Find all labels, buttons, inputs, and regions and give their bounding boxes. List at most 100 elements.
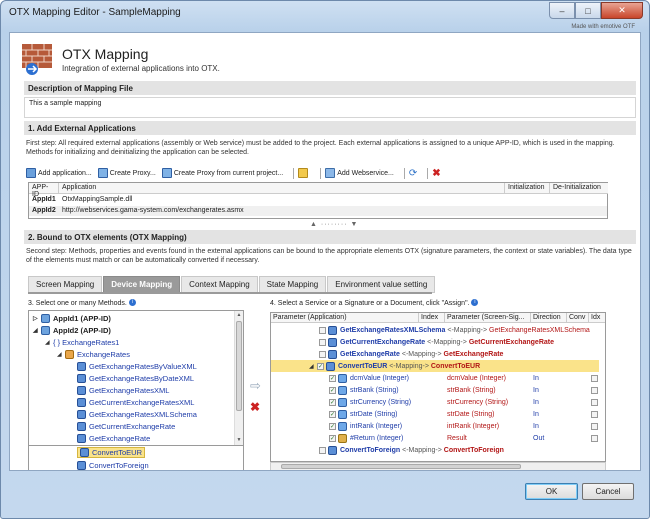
- checkbox[interactable]: [319, 446, 326, 454]
- col-index[interactable]: Index: [419, 313, 445, 323]
- tree-node-method[interactable]: GetCurrentExchangeRate: [77, 421, 175, 432]
- title-bar[interactable]: OTX Mapping Editor - SampleMapping – □ ✕: [1, 1, 649, 27]
- table-row-app[interactable]: http://webservices.gama-system.com/excha…: [59, 206, 247, 216]
- checkbox[interactable]: [591, 374, 598, 382]
- col-param-application[interactable]: Parameter (Application): [271, 313, 419, 323]
- checkbox[interactable]: ✓: [329, 386, 336, 394]
- col-deinitialization[interactable]: De-Initialization: [550, 183, 608, 194]
- tree-node-method[interactable]: GetExchangeRatesByDateXML: [77, 373, 194, 384]
- brick-wall-icon: [22, 44, 52, 75]
- open-folder-button[interactable]: [298, 168, 310, 178]
- grid-param-row[interactable]: ✓ intRank (Integer) intRank (Integer) In: [271, 420, 599, 432]
- delete-icon: ✖: [432, 167, 441, 179]
- delete-button[interactable]: ✖: [432, 168, 440, 179]
- minimize-button[interactable]: –: [549, 2, 575, 19]
- add-application-button[interactable]: Add application...: [26, 168, 92, 178]
- refresh-button[interactable]: ⟳: [409, 168, 417, 179]
- col-idx[interactable]: Idx: [589, 313, 605, 323]
- tree-node-method[interactable]: GetExchangeRate: [77, 433, 150, 444]
- table-row-id[interactable]: AppId1: [29, 195, 59, 205]
- methods-tree[interactable]: ▷ AppId1 (APP-ID) ◢ AppId2 (APP-ID) ◢{ } E…: [28, 310, 244, 446]
- scroll-down-icon[interactable]: ▼: [236, 437, 242, 444]
- col-appid[interactable]: APP-ID: [29, 183, 59, 198]
- tree-node-method[interactable]: GetExchangeRatesXMLSchema: [77, 409, 197, 420]
- method-icon: [77, 434, 86, 443]
- tree-node-method[interactable]: GetCurrentExchangeRatesXML: [77, 397, 194, 408]
- checkbox[interactable]: [591, 422, 598, 430]
- refresh-icon: ⟳: [408, 167, 418, 179]
- checkbox[interactable]: ✓: [329, 422, 336, 430]
- scroll-thumb[interactable]: [281, 464, 521, 469]
- tab-state-mapping[interactable]: State Mapping: [258, 276, 327, 293]
- checkbox[interactable]: [319, 326, 326, 334]
- expand-icon[interactable]: ▷: [33, 315, 41, 322]
- assign-arrow-icon[interactable]: ⇨: [250, 378, 261, 394]
- tree-node-appid2[interactable]: ◢ AppId2 (APP-ID): [33, 325, 111, 336]
- page-subtitle: Integration of external applications int…: [62, 64, 220, 73]
- tab-device-mapping[interactable]: Device Mapping: [103, 276, 181, 293]
- grid-horizontal-scrollbar[interactable]: [270, 462, 606, 470]
- checkbox[interactable]: ✓: [329, 374, 336, 382]
- methods-tree-continued[interactable]: ConvertToEUR ConvertToForeign: [28, 446, 244, 470]
- tree-node-class[interactable]: ◢ ExchangeRates: [57, 349, 130, 360]
- grid-param-row[interactable]: ✓ #Return (Integer) Result Out: [271, 432, 599, 444]
- return-icon: [338, 433, 347, 443]
- mapping-grid[interactable]: Parameter (Application) Index Parameter …: [270, 312, 606, 462]
- app-icon: [41, 326, 50, 335]
- create-proxy-current-button[interactable]: Create Proxy from current project...: [161, 168, 283, 178]
- checkbox[interactable]: [591, 386, 598, 394]
- ok-button[interactable]: OK: [525, 483, 578, 500]
- splitter-handle[interactable]: ▲ ········ ▼: [310, 221, 358, 228]
- col-conv[interactable]: Conv: [567, 313, 589, 323]
- close-button[interactable]: ✕: [601, 2, 643, 19]
- tab-screen-mapping[interactable]: Screen Mapping: [28, 276, 103, 293]
- collapse-icon[interactable]: ◢: [309, 363, 317, 370]
- tree-node-method[interactable]: GetExchangeRatesByValueXML: [77, 361, 197, 372]
- tree-node-method[interactable]: GetExchangeRatesXML: [77, 385, 169, 396]
- grid-param-row[interactable]: ✓ dcmValue (Integer) dcmValue (Integer) I…: [271, 372, 599, 384]
- tree-node-namespace[interactable]: ◢{ } ExchangeRates1: [45, 337, 119, 348]
- checkbox[interactable]: ✓: [317, 362, 324, 370]
- grid-param-row[interactable]: ✓ strCurrency (String) strCurrency (Strin…: [271, 396, 599, 408]
- collapse-icon[interactable]: ◢: [57, 351, 65, 358]
- checkbox[interactable]: ✓: [329, 398, 336, 406]
- checkbox[interactable]: [319, 350, 326, 358]
- checkbox[interactable]: [319, 338, 326, 346]
- grid-row[interactable]: GetExchangeRate <-Mapping-> GetExchangeR…: [271, 348, 599, 360]
- collapse-icon[interactable]: ◢: [33, 327, 41, 334]
- grid-row-selected[interactable]: ◢ ✓ ConvertToEUR <-Mapping-> ConvertToEUR: [271, 360, 599, 372]
- checkbox[interactable]: [591, 398, 598, 406]
- grid-param-row[interactable]: ✓ strDate (String) strDate (String) In: [271, 408, 599, 420]
- create-proxy-button[interactable]: Create Proxy...: [97, 168, 156, 178]
- scroll-thumb[interactable]: [236, 321, 242, 411]
- col-application[interactable]: Application: [59, 183, 505, 194]
- checkbox[interactable]: ✓: [329, 410, 336, 418]
- tree-node-selected-method[interactable]: ConvertToEUR: [77, 447, 146, 458]
- grid-row[interactable]: GetCurrentExchangeRate <-Mapping-> GetCu…: [271, 336, 599, 348]
- tree-node-method[interactable]: ConvertToForeign: [77, 460, 149, 470]
- header: OTX Mapping Integration of external appl…: [16, 37, 636, 79]
- tree-scrollbar[interactable]: ▲ ▼: [234, 311, 243, 445]
- col-direction[interactable]: Direction: [531, 313, 567, 323]
- method-icon: [328, 325, 337, 335]
- grid-param-row[interactable]: ✓ strBank (String) strBank (String) In: [271, 384, 599, 396]
- grid-row[interactable]: GetExchangeRatesXMLSchema <-Mapping-> Ge…: [271, 324, 599, 336]
- col-initialization[interactable]: Initialization: [505, 183, 550, 194]
- tab-context-mapping[interactable]: Context Mapping: [181, 276, 258, 293]
- unassign-icon[interactable]: ✖: [250, 400, 261, 414]
- scroll-up-icon[interactable]: ▲: [236, 312, 242, 319]
- method-icon: [77, 362, 86, 371]
- col-param-screen[interactable]: Parameter (Screen-Sig...: [445, 313, 531, 323]
- add-webservice-button[interactable]: Add Webservice...: [325, 168, 394, 178]
- tree-node-appid1[interactable]: ▷ AppId1 (APP-ID): [33, 313, 111, 324]
- checkbox[interactable]: [591, 410, 598, 418]
- maximize-button[interactable]: □: [575, 2, 601, 19]
- grid-row[interactable]: ConvertToForeign <-Mapping-> ConvertToFo…: [271, 444, 599, 456]
- collapse-icon[interactable]: ◢: [45, 339, 53, 346]
- cancel-button[interactable]: Cancel: [582, 483, 634, 500]
- checkbox[interactable]: [591, 434, 598, 442]
- tab-environment-value[interactable]: Environment value setting: [327, 276, 436, 293]
- description-field[interactable]: This a sample mapping: [24, 97, 636, 118]
- checkbox[interactable]: ✓: [329, 434, 336, 442]
- table-row-app[interactable]: OtxMappingSample.dll: [59, 195, 135, 205]
